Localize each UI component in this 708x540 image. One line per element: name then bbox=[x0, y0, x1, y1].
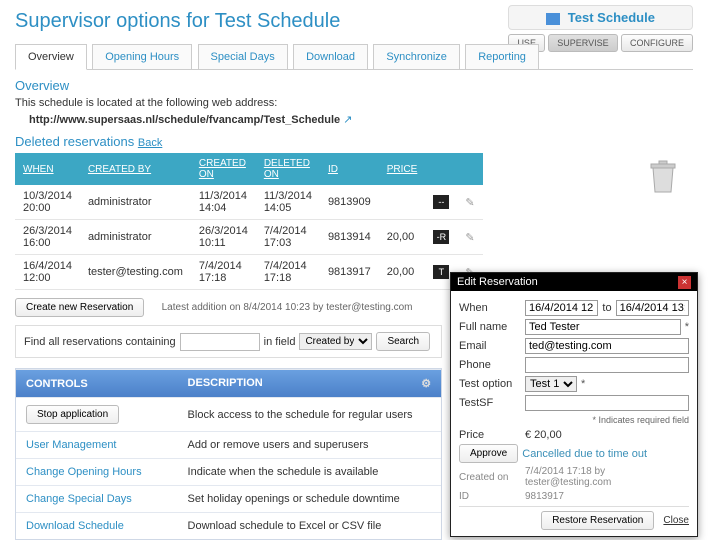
deleted-table: WHEN CREATED BY CREATED ON DELETED ON ID… bbox=[15, 153, 483, 290]
id-label: ID bbox=[459, 491, 521, 502]
price-value: € 20,00 bbox=[525, 429, 562, 441]
col-created-on[interactable]: CREATED ON bbox=[191, 153, 256, 185]
schedule-name: Test Schedule bbox=[568, 10, 655, 25]
search-pre: Find all reservations containing bbox=[24, 336, 176, 348]
testsf-label: TestSF bbox=[459, 397, 521, 409]
search-mid: in field bbox=[264, 336, 296, 348]
col-price[interactable]: PRICE bbox=[379, 153, 426, 185]
when-from-input[interactable] bbox=[525, 300, 598, 316]
close-link[interactable]: Close bbox=[663, 515, 689, 526]
tab-special-days[interactable]: Special Days bbox=[198, 44, 288, 69]
schedule-url: http://www.supersaas.nl/schedule/fvancam… bbox=[29, 114, 340, 126]
search-button[interactable]: Search bbox=[376, 332, 430, 351]
control-link[interactable]: Change Opening Hours bbox=[26, 466, 142, 478]
required-note: * Indicates required field bbox=[459, 415, 689, 425]
createdon-label: Created on bbox=[459, 472, 521, 483]
col-deleted-on[interactable]: DELETED ON bbox=[256, 153, 320, 185]
fullname-label: Full name bbox=[459, 321, 521, 333]
when-label: When bbox=[459, 302, 521, 314]
dialog-title: Edit Reservation bbox=[457, 276, 538, 288]
latest-addition: Latest addition on 8/4/2014 10:23 by tes… bbox=[162, 302, 413, 313]
tab-overview[interactable]: Overview bbox=[15, 44, 87, 70]
stop-application-button[interactable]: Stop application bbox=[26, 405, 119, 424]
back-link[interactable]: Back bbox=[138, 137, 162, 149]
tab-reporting[interactable]: Reporting bbox=[465, 44, 539, 69]
required-marker: * bbox=[581, 378, 585, 390]
email-label: Email bbox=[459, 340, 521, 352]
create-reservation-button[interactable]: Create new Reservation bbox=[15, 298, 144, 317]
phone-label: Phone bbox=[459, 359, 521, 371]
search-input[interactable] bbox=[180, 333, 260, 351]
when-to-input[interactable] bbox=[616, 300, 689, 316]
controls-row: User ManagementAdd or remove users and s… bbox=[16, 432, 441, 459]
restore-button[interactable]: Restore Reservation bbox=[541, 511, 654, 530]
required-marker: * bbox=[685, 321, 689, 333]
col-when[interactable]: WHEN bbox=[15, 153, 80, 185]
trash-icon[interactable] bbox=[648, 160, 678, 194]
gear-icon[interactable]: ⚙ bbox=[421, 377, 431, 390]
id-value: 9813917 bbox=[525, 491, 564, 502]
status-badge: T bbox=[433, 265, 449, 279]
phone-input[interactable] bbox=[525, 357, 689, 373]
table-row: 26/3/2014 16:00administrator26/3/2014 10… bbox=[15, 220, 483, 255]
close-icon[interactable]: × bbox=[678, 276, 691, 289]
deleted-heading: Deleted reservations bbox=[15, 134, 134, 149]
controls-head-right: DESCRIPTION bbox=[188, 377, 263, 389]
overview-heading: Overview bbox=[15, 78, 693, 93]
schedule-box: Test Schedule bbox=[508, 5, 693, 30]
tab-synchronize[interactable]: Synchronize bbox=[373, 44, 460, 69]
controls-row: Change Special DaysSet holiday openings … bbox=[16, 486, 441, 513]
control-link[interactable]: Download Schedule bbox=[26, 520, 124, 532]
email-input[interactable] bbox=[525, 338, 689, 354]
status-badge: -R bbox=[433, 230, 449, 244]
search-field-select[interactable]: Created by bbox=[299, 333, 372, 350]
approve-button[interactable]: Approve bbox=[459, 444, 518, 463]
controls-row: Stop applicationBlock access to the sche… bbox=[16, 398, 441, 432]
external-link-icon[interactable]: ↗ bbox=[343, 114, 352, 126]
calendar-icon bbox=[546, 13, 560, 25]
col-created-by[interactable]: CREATED BY bbox=[80, 153, 191, 185]
tab-download[interactable]: Download bbox=[293, 44, 368, 69]
to-label: to bbox=[602, 302, 611, 314]
cancel-status: Cancelled due to time out bbox=[522, 448, 647, 460]
search-bar: Find all reservations containing in fiel… bbox=[15, 325, 442, 358]
controls-head-left: CONTROLS bbox=[16, 370, 178, 398]
control-link[interactable]: User Management bbox=[26, 439, 117, 451]
controls-panel: CONTROLS DESCRIPTION ⚙ Stop applicationBl… bbox=[15, 368, 442, 540]
address-intro: This schedule is located at the followin… bbox=[15, 97, 693, 109]
configure-button[interactable]: CONFIGURE bbox=[621, 34, 693, 52]
price-label: Price bbox=[459, 429, 521, 441]
col-id[interactable]: ID bbox=[320, 153, 379, 185]
status-badge: -- bbox=[433, 195, 449, 209]
supervise-button[interactable]: SUPERVISE bbox=[548, 34, 617, 52]
createdon-value: 7/4/2014 17:18 by tester@testing.com bbox=[525, 466, 689, 488]
control-link[interactable]: Change Special Days bbox=[26, 493, 132, 505]
fullname-input[interactable] bbox=[525, 319, 681, 335]
tab-opening-hours[interactable]: Opening Hours bbox=[92, 44, 192, 69]
edit-reservation-dialog: Edit Reservation × When to Full name * E… bbox=[450, 272, 698, 537]
table-row: 10/3/2014 20:00administrator11/3/2014 14… bbox=[15, 185, 483, 220]
controls-row: Download ScheduleDownload schedule to Ex… bbox=[16, 513, 441, 540]
table-row: 16/4/2014 12:00tester@testing.com7/4/201… bbox=[15, 255, 483, 290]
testsf-input[interactable] bbox=[525, 395, 689, 411]
testoption-select[interactable]: Test 1 bbox=[525, 376, 577, 392]
edit-icon[interactable]: ✎ bbox=[465, 232, 474, 244]
testoption-label: Test option bbox=[459, 378, 521, 390]
edit-icon[interactable]: ✎ bbox=[465, 197, 474, 209]
controls-row: Change Opening HoursIndicate when the sc… bbox=[16, 459, 441, 486]
